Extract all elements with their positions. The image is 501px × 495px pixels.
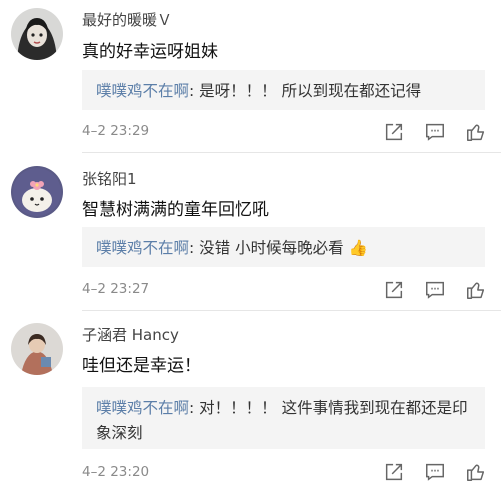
username[interactable]: 最好的暖暖Ｖ — [82, 9, 172, 30]
comment-icon[interactable] — [424, 461, 446, 483]
divider — [82, 310, 501, 311]
share-icon[interactable] — [383, 121, 405, 143]
comment-item: 子涵君 Hancy 哇但还是幸运！ 噗噗鸡不在啊: 对！！！！ 这件事情我到现在… — [0, 318, 501, 495]
avatar[interactable] — [11, 166, 63, 218]
comment-text: 哇但还是幸运！ — [82, 356, 201, 376]
timestamp: 4–2 23:27 — [82, 281, 150, 297]
username[interactable]: 张铭阳1 — [82, 168, 137, 189]
comment-icon[interactable] — [424, 279, 446, 301]
comment-actions — [383, 461, 487, 483]
reply-text: : 没错 小时候每晚必看 👍 — [189, 239, 368, 257]
divider — [82, 152, 501, 153]
thumbs-up-icon[interactable] — [465, 461, 487, 483]
comment-item: 张铭阳1 智慧树满满的童年回忆吼 噗噗鸡不在啊: 没错 小时候每晚必看 👍 4–… — [0, 160, 501, 320]
comment-actions — [383, 279, 487, 301]
timestamp: 4–2 23:29 — [82, 123, 150, 139]
thumbs-up-icon[interactable] — [465, 279, 487, 301]
comment-icon[interactable] — [424, 121, 446, 143]
thumbs-up-icon[interactable] — [465, 121, 487, 143]
comment-item: 最好的暖暖Ｖ 真的好幸运呀姐妹 噗噗鸡不在啊: 是呀！！！ 所以到现在都还记得 … — [0, 0, 501, 160]
reply-username[interactable]: 噗噗鸡不在啊 — [96, 399, 189, 417]
reply-username[interactable]: 噗噗鸡不在啊 — [96, 239, 189, 257]
avatar[interactable] — [11, 323, 63, 375]
comment-text: 智慧树满满的童年回忆吼 — [82, 200, 269, 220]
comment-actions — [383, 121, 487, 143]
reply-box[interactable]: 噗噗鸡不在啊: 对！！！！ 这件事情我到现在都还是印象深刻 — [82, 387, 485, 449]
timestamp: 4–2 23:20 — [82, 464, 150, 480]
reply-box[interactable]: 噗噗鸡不在啊: 没错 小时候每晚必看 👍 — [82, 227, 485, 267]
share-icon[interactable] — [383, 279, 405, 301]
avatar[interactable] — [11, 8, 63, 60]
username[interactable]: 子涵君 Hancy — [82, 324, 179, 345]
share-icon[interactable] — [383, 461, 405, 483]
reply-text: : 是呀！！！ 所以到现在都还记得 — [189, 82, 422, 100]
reply-box[interactable]: 噗噗鸡不在啊: 是呀！！！ 所以到现在都还记得 — [82, 70, 485, 110]
reply-username[interactable]: 噗噗鸡不在啊 — [96, 82, 189, 100]
comment-text: 真的好幸运呀姐妹 — [82, 42, 218, 62]
